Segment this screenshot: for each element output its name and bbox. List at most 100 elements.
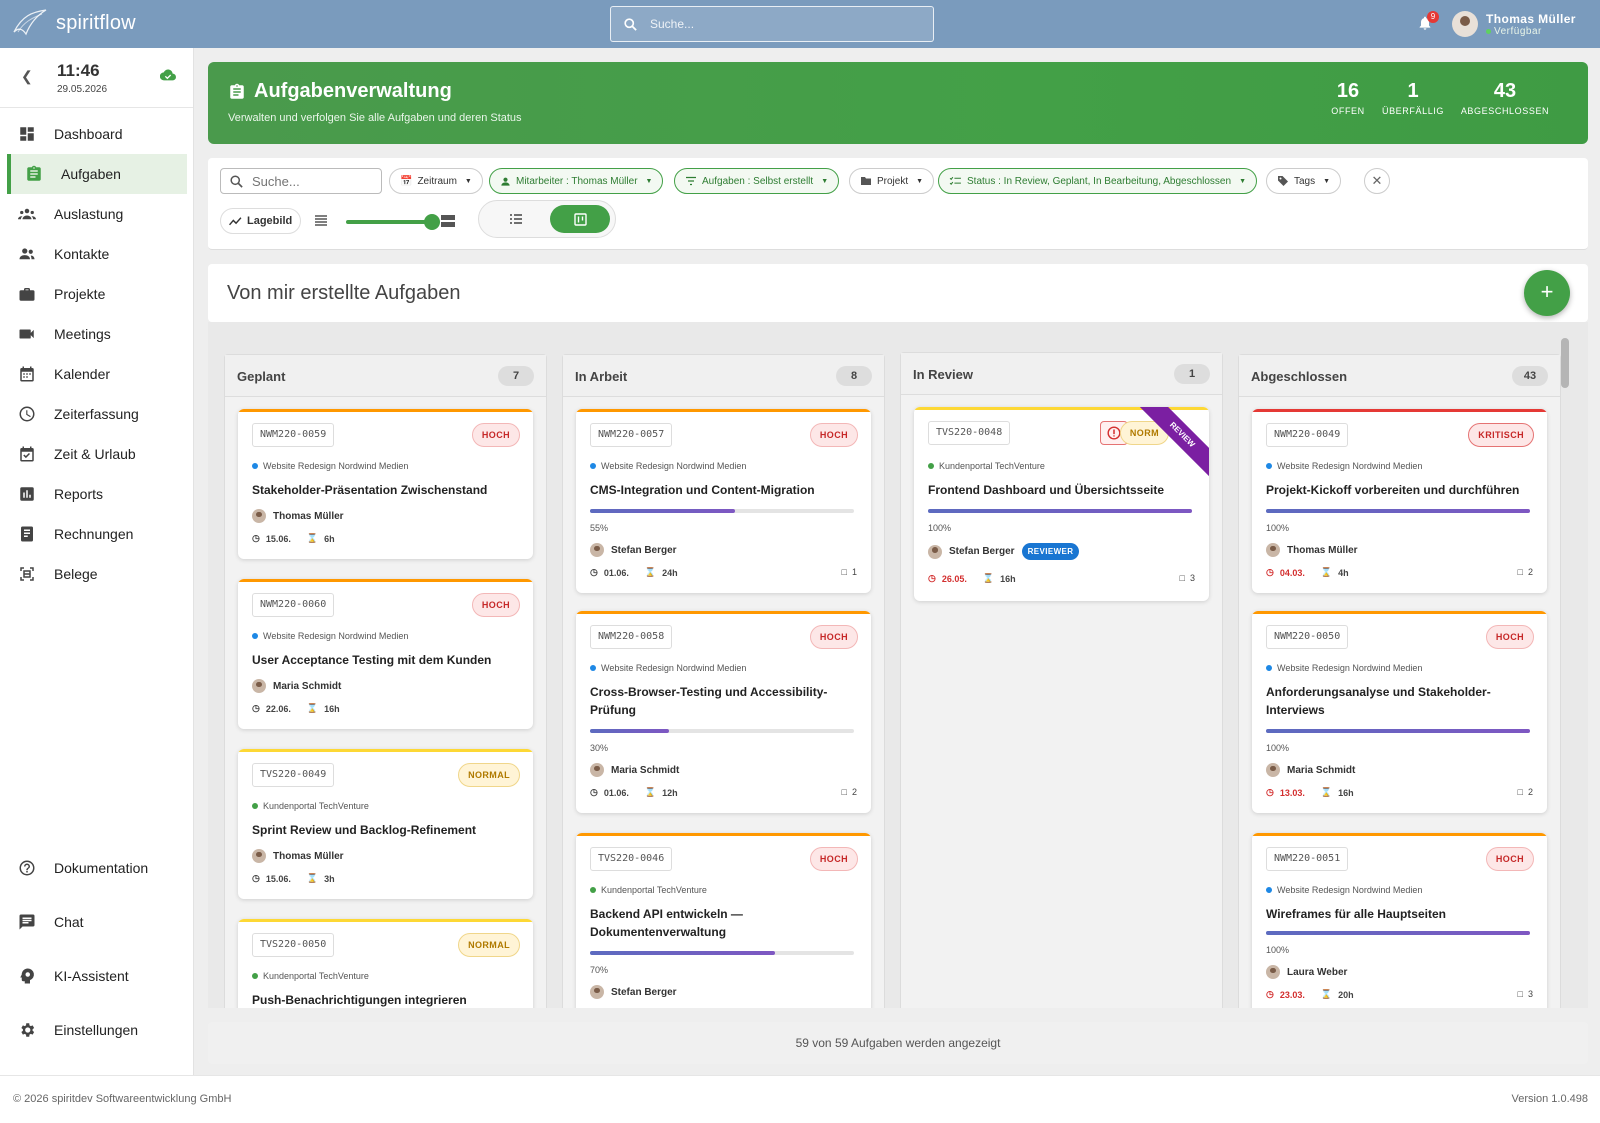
chevron-down-icon: ▼ [645,177,653,185]
column-count-badge: 1 [1174,364,1210,384]
task-meta: ◷ 23.03. ⌛ 20h [1266,989,1354,1000]
sidebar-item-kalender[interactable]: Kalender [0,354,194,394]
priority-badge: NORMAL [458,763,520,787]
sidebar-item-dokumentation[interactable]: Dokumentation [0,841,194,895]
filter-mitarbeiter[interactable]: Mitarbeiter : Thomas Müller ▼ [489,168,664,194]
task-card[interactable]: NWM220-0057 HOCH Website Redesign Nordwi… [576,409,871,593]
task-due-date: 04.03. [1279,567,1305,578]
task-assignee: Stefan Berger [590,985,677,999]
notifications-button[interactable]: 9 [1417,11,1439,34]
task-card[interactable]: NWM220-0051 HOCH Website Redesign Nordwi… [1252,833,1547,1008]
hourglass-icon: ⌛ [644,787,657,797]
task-estimate: 3h [324,873,335,884]
sidebar-item-reports[interactable]: Reports [0,474,194,514]
sidebar-item-ki-assistent[interactable]: KI-Assistent [0,949,194,1003]
task-project: Website Redesign Nordwind Medien [590,461,746,471]
priority-badge: HOCH [471,593,520,617]
filter-zeitraum[interactable]: 📅 Zeitraum ▼ [389,168,483,194]
sidebar-item-label: Aufgaben [61,166,121,182]
clear-filters-button[interactable]: ✕ [1364,168,1390,194]
task-comments[interactable]: □ 3 [1180,573,1195,583]
task-search[interactable] [220,168,382,194]
global-search[interactable] [610,6,934,42]
task-search-input[interactable] [252,173,372,189]
assignee-name: Thomas Müller [1287,544,1358,556]
density-slider-knob[interactable] [424,214,440,230]
density-slider[interactable] [346,214,440,230]
sidebar-item-einstellungen[interactable]: Einstellungen [0,1003,194,1057]
progress-percent: 55% [590,523,609,533]
sidebar-item-dashboard[interactable]: Dashboard [0,114,194,154]
comfortable-density-icon[interactable] [440,214,456,228]
sidebar-item-meetings[interactable]: Meetings [0,314,194,354]
task-assignee: Maria Schmidt [590,763,679,777]
collapse-sidebar-icon[interactable]: ❮ [21,68,33,85]
project-name: Website Redesign Nordwind Medien [601,461,747,471]
board-scrollbar[interactable] [1561,338,1569,388]
avatar [252,679,266,693]
avatar [1266,965,1280,979]
sidebar-item-aufgaben[interactable]: Aufgaben [7,154,187,194]
list-view-button[interactable] [486,205,546,233]
task-project: Website Redesign Nordwind Medien [1266,663,1422,673]
task-title: Anforderungsanalyse und Stakeholder-Inte… [1266,685,1491,717]
tag-icon [1278,176,1288,186]
assignee-name: Maria Schmidt [1287,764,1356,776]
filter-aufgaben[interactable]: Aufgaben : Selbst erstellt ▼ [674,168,840,194]
clock-icon [19,406,35,422]
task-card[interactable]: NWM220-0059 HOCH Website Redesign Nordwi… [238,409,533,559]
priority-badge: HOCH [809,847,858,871]
priority-strip [238,579,533,582]
task-comments[interactable]: □ 2 [1518,787,1533,797]
search-icon [230,174,243,188]
sidebar-item-projekte[interactable]: Projekte [0,274,194,314]
task-estimate: 16h [324,703,340,714]
filter-status[interactable]: Status : In Review, Geplant, In Bearbeit… [938,168,1257,194]
comment-count: 3 [1189,573,1195,583]
board-view-button[interactable] [550,205,610,233]
task-comments[interactable]: □ 3 [1518,989,1533,999]
sidebar-item-chat[interactable]: Chat [0,895,194,949]
task-card[interactable]: TVS220-0050 NORMAL Kundenportal TechVent… [238,919,533,1008]
chevron-down-icon: ▼ [464,177,472,185]
global-search-input[interactable] [650,17,910,31]
clipboard-icon [27,165,41,181]
task-card[interactable]: TVS220-0049 NORMAL Kundenportal TechVent… [238,749,533,899]
task-comments[interactable]: □ 1 [842,567,857,577]
sidebar-item-zeiterfassung[interactable]: Zeiterfassung [0,394,194,434]
lagebild-button[interactable]: Lagebild [220,208,302,234]
chart-icon [20,487,34,501]
task-comments[interactable]: □ 2 [1518,567,1533,577]
task-card[interactable]: TVS220-0048 NORM REVIEW Kundenportal Tec… [914,407,1209,601]
column-count-badge: 8 [836,366,872,386]
filter-projekt[interactable]: Projekt ▼ [849,168,935,194]
column-header: In Review 1 [901,353,1222,395]
avatar [252,509,266,523]
project-dot-icon [590,887,596,893]
hourglass-icon: ⌛ [982,573,995,583]
task-comments[interactable]: □ 2 [842,787,857,797]
task-project: Website Redesign Nordwind Medien [590,663,746,673]
sidebar-item-zeit-urlaub[interactable]: Zeit & Urlaub [0,434,194,474]
priority-badge: HOCH [1485,847,1534,871]
filter-tags[interactable]: Tags ▼ [1266,168,1342,194]
sidebar-item-auslastung[interactable]: Auslastung [0,194,194,234]
invoice-icon [21,526,33,542]
task-card[interactable]: NWM220-0050 HOCH Website Redesign Nordwi… [1252,611,1547,813]
task-meta: ◷ 15.06. ⌛ 6h [252,533,335,544]
task-card[interactable]: TVS220-0046 HOCH Kundenportal TechVentur… [576,833,871,1008]
sidebar-item-belege[interactable]: Belege [0,554,194,594]
sidebar-item-rechnungen[interactable]: Rechnungen [0,514,194,554]
task-due-date: 23.03. [1279,989,1305,1000]
task-card[interactable]: NWM220-0058 HOCH Website Redesign Nordwi… [576,611,871,813]
page-header-banner: Aufgabenverwaltung Verwalten und verfolg… [208,62,1588,144]
filter-label: Status : In Review, Geplant, In Bearbeit… [967,175,1232,187]
task-card[interactable]: NWM220-0060 HOCH Website Redesign Nordwi… [238,579,533,729]
app-logo[interactable]: spiritflow [12,8,136,38]
task-card[interactable]: NWM220-0049 KRITISCH Website Redesign No… [1252,409,1547,593]
sidebar-item-label: Meetings [54,326,111,342]
compact-density-icon[interactable] [314,214,328,228]
sidebar-item-kontakte[interactable]: Kontakte [0,234,194,274]
user-menu[interactable]: Thomas Müller Verfügbar [1452,11,1576,37]
add-task-button[interactable]: + [1524,270,1570,316]
